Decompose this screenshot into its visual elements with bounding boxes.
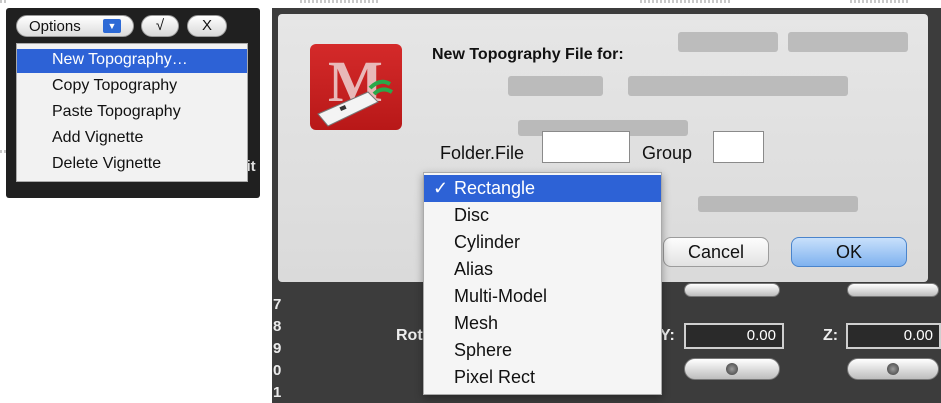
menu-item-label: Copy Topography	[52, 77, 178, 94]
options-menu: New Topography… Copy Topography Paste To…	[16, 43, 248, 182]
shape-option-label: Pixel Rect	[454, 367, 536, 387]
confirm-button[interactable]: √	[141, 15, 179, 37]
shape-option-label: Mesh	[454, 313, 499, 333]
shape-option-sphere[interactable]: Sphere	[424, 337, 661, 364]
cancel-button[interactable]: Cancel	[663, 237, 769, 267]
row-number: 7	[273, 296, 282, 313]
z-axis-label: Z:	[823, 327, 839, 344]
slider-knob[interactable]	[847, 283, 939, 297]
rotation-y-knob[interactable]	[684, 358, 780, 380]
rotation-label: Rot	[396, 327, 423, 344]
row-number: 8	[273, 318, 282, 335]
usb-drive-icon	[317, 79, 394, 127]
menu-item-add-vignette[interactable]: Add Vignette	[17, 127, 247, 151]
ghost-control	[788, 32, 908, 52]
menu-item-delete-vignette[interactable]: Delete Vignette	[17, 153, 247, 177]
menu-item-label: Paste Topography	[52, 103, 181, 120]
decorative-dots	[0, 0, 6, 3]
ghost-control	[698, 196, 858, 212]
shape-option-label: Disc	[454, 205, 489, 225]
menu-item-new-topography[interactable]: New Topography…	[17, 49, 247, 73]
ghost-control	[628, 76, 848, 96]
decorative-dots	[850, 0, 910, 3]
menu-item-paste-topography[interactable]: Paste Topography	[17, 101, 247, 125]
rotation-y-field[interactable]: 0.00	[684, 323, 784, 349]
shape-option-label: Rectangle	[454, 178, 536, 198]
shape-type-menu: ✓ Rectangle Disc Cylinder Alias Multi-Mo…	[423, 172, 662, 395]
shape-option-rectangle[interactable]: ✓ Rectangle	[424, 175, 661, 202]
folder-file-label: Folder.File	[440, 143, 525, 163]
shape-option-disc[interactable]: Disc	[424, 202, 661, 229]
shape-option-label: Cylinder	[454, 232, 521, 252]
slider-knob[interactable]	[684, 283, 780, 297]
rotation-z-field[interactable]: 0.00	[846, 323, 941, 349]
shape-option-mesh[interactable]: Mesh	[424, 310, 661, 337]
group-label: Group	[642, 143, 693, 163]
menu-item-label: Add Vignette	[52, 129, 144, 146]
decorative-dots	[640, 0, 730, 3]
shape-option-pixel-rect[interactable]: Pixel Rect	[424, 364, 661, 391]
menu-item-label: New Topography…	[52, 51, 188, 68]
options-dropdown-button[interactable]: Options ▼	[16, 15, 134, 37]
ghost-control	[678, 32, 778, 52]
shape-option-cylinder[interactable]: Cylinder	[424, 229, 661, 256]
rotation-z-knob[interactable]	[847, 358, 939, 380]
shape-option-multi-model[interactable]: Multi-Model	[424, 283, 661, 310]
group-input[interactable]	[713, 131, 764, 163]
ghost-control	[508, 76, 603, 96]
shape-option-label: Sphere	[454, 340, 513, 360]
dialog-title: New Topography File for:	[432, 46, 624, 63]
app-logo-icon: M	[310, 44, 402, 130]
row-number: 0	[273, 362, 282, 379]
ok-button[interactable]: OK	[791, 237, 907, 267]
y-axis-label: Y:	[660, 327, 675, 344]
shape-option-label: Multi-Model	[454, 286, 548, 306]
decorative-dots	[300, 0, 380, 3]
close-button[interactable]: X	[187, 15, 227, 37]
row-number: 9	[273, 340, 282, 357]
folder-file-input[interactable]	[542, 131, 630, 163]
checkmark-icon: ✓	[433, 178, 449, 198]
row-number: 1	[273, 384, 282, 401]
options-label: Options	[29, 18, 81, 35]
shape-option-alias[interactable]: Alias	[424, 256, 661, 283]
menu-item-label: Delete Vignette	[52, 155, 162, 172]
menu-item-copy-topography[interactable]: Copy Topography	[17, 75, 247, 99]
chevron-down-icon: ▼	[103, 19, 121, 33]
shape-option-label: Alias	[454, 259, 494, 279]
